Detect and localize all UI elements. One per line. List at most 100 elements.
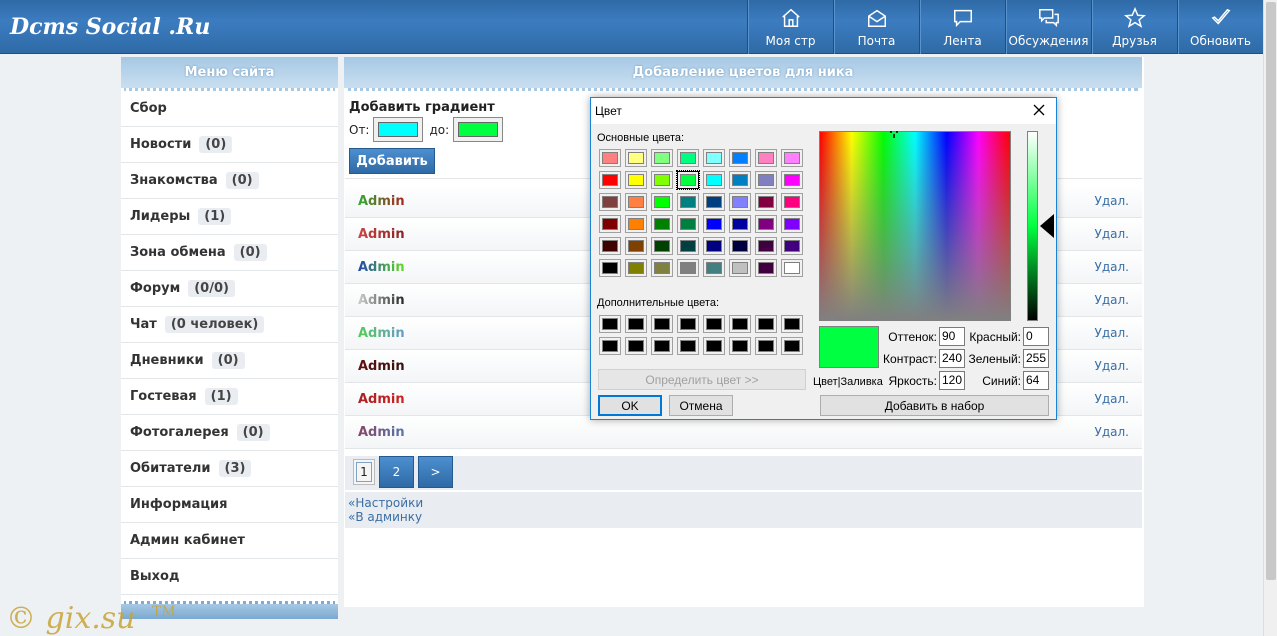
custom-color-swatch[interactable] bbox=[677, 337, 699, 355]
custom-color-swatch[interactable] bbox=[599, 315, 621, 333]
sidebar-item[interactable]: Сбор bbox=[121, 91, 338, 127]
nav-discussions[interactable]: Обсуждения bbox=[1005, 0, 1091, 54]
page-scrollbar[interactable] bbox=[1263, 0, 1277, 636]
basic-color-swatch[interactable] bbox=[676, 170, 700, 190]
basic-color-swatch[interactable] bbox=[651, 237, 673, 255]
custom-color-swatch[interactable] bbox=[755, 315, 777, 333]
basic-color-swatch[interactable] bbox=[651, 259, 673, 277]
basic-color-swatch[interactable] bbox=[651, 215, 673, 233]
basic-color-swatch[interactable] bbox=[677, 193, 699, 211]
basic-color-swatch[interactable] bbox=[625, 149, 647, 167]
custom-color-swatch[interactable] bbox=[781, 337, 803, 355]
basic-color-swatch[interactable] bbox=[625, 171, 647, 189]
basic-color-swatch[interactable] bbox=[625, 215, 647, 233]
delete-link[interactable]: Удал. bbox=[1095, 194, 1129, 208]
basic-color-swatch[interactable] bbox=[781, 193, 803, 211]
nav-feed[interactable]: Лента bbox=[919, 0, 1005, 54]
luminance-arrow-icon[interactable] bbox=[1040, 214, 1054, 238]
custom-color-swatch[interactable] bbox=[703, 315, 725, 333]
nav-refresh[interactable]: Обновить bbox=[1177, 0, 1263, 54]
sidebar-item[interactable]: Чат (0 человек) bbox=[121, 307, 338, 343]
basic-color-swatch[interactable] bbox=[703, 215, 725, 233]
delete-link[interactable]: Удал. bbox=[1095, 392, 1129, 406]
site-logo[interactable]: Dcms Social .Ru bbox=[10, 14, 210, 40]
basic-color-swatch[interactable] bbox=[599, 171, 621, 189]
basic-color-swatch[interactable] bbox=[755, 171, 777, 189]
basic-color-swatch[interactable] bbox=[703, 193, 725, 211]
basic-color-swatch[interactable] bbox=[729, 259, 751, 277]
basic-color-swatch[interactable] bbox=[703, 149, 725, 167]
blue-field[interactable]: 64 bbox=[1023, 371, 1049, 390]
basic-color-swatch[interactable] bbox=[729, 215, 751, 233]
sat-field[interactable]: 240 bbox=[939, 349, 965, 368]
basic-color-swatch[interactable] bbox=[599, 149, 621, 167]
basic-color-swatch[interactable] bbox=[755, 149, 777, 167]
delete-link[interactable]: Удал. bbox=[1095, 293, 1129, 307]
custom-color-swatch[interactable] bbox=[599, 337, 621, 355]
green-field[interactable]: 255 bbox=[1023, 349, 1049, 368]
custom-color-swatch[interactable] bbox=[703, 337, 725, 355]
sidebar-item[interactable]: Гостевая (1) bbox=[121, 379, 338, 415]
basic-color-swatch[interactable] bbox=[755, 193, 777, 211]
sidebar-item[interactable]: Информация bbox=[121, 487, 338, 523]
lum-field[interactable]: 120 bbox=[939, 371, 965, 390]
basic-color-swatch[interactable] bbox=[651, 149, 673, 167]
basic-color-swatch[interactable] bbox=[729, 149, 751, 167]
basic-color-swatch[interactable] bbox=[677, 215, 699, 233]
add-to-custom-button[interactable]: Добавить в набор bbox=[820, 395, 1049, 416]
basic-color-swatch[interactable] bbox=[781, 149, 803, 167]
basic-color-swatch[interactable] bbox=[703, 237, 725, 255]
sidebar-item[interactable]: Зона обмена (0) bbox=[121, 235, 338, 271]
basic-color-swatch[interactable] bbox=[625, 193, 647, 211]
basic-color-swatch[interactable] bbox=[755, 215, 777, 233]
close-icon[interactable] bbox=[1030, 101, 1048, 119]
basic-color-swatch[interactable] bbox=[677, 237, 699, 255]
custom-color-swatch[interactable] bbox=[755, 337, 777, 355]
basic-color-swatch[interactable] bbox=[781, 259, 803, 277]
luminance-slider[interactable] bbox=[1027, 131, 1038, 321]
to-color-picker[interactable] bbox=[453, 117, 504, 142]
delete-link[interactable]: Удал. bbox=[1095, 359, 1129, 373]
delete-link[interactable]: Удал. bbox=[1095, 326, 1129, 340]
custom-color-swatch[interactable] bbox=[729, 315, 751, 333]
custom-color-swatch[interactable] bbox=[625, 315, 647, 333]
sidebar-item[interactable]: Лидеры (1) bbox=[121, 199, 338, 235]
sidebar-item[interactable]: Знакомства (0) bbox=[121, 163, 338, 199]
nav-friends[interactable]: Друзья bbox=[1091, 0, 1177, 54]
basic-color-swatch[interactable] bbox=[729, 237, 751, 255]
custom-color-swatch[interactable] bbox=[651, 337, 673, 355]
basic-color-swatch[interactable] bbox=[599, 259, 621, 277]
sidebar-item[interactable]: Админ кабинет bbox=[121, 523, 338, 559]
custom-color-swatch[interactable] bbox=[651, 315, 673, 333]
sidebar-item[interactable]: Дневники (0) bbox=[121, 343, 338, 379]
add-gradient-button[interactable]: Добавить bbox=[349, 148, 435, 174]
basic-color-swatch[interactable] bbox=[651, 171, 673, 189]
page-2-link[interactable]: 2 bbox=[379, 456, 414, 488]
basic-color-swatch[interactable] bbox=[755, 237, 777, 255]
sidebar-item[interactable]: Выход bbox=[121, 559, 338, 595]
delete-link[interactable]: Удал. bbox=[1095, 425, 1129, 439]
sidebar-item[interactable]: Обитатели (3) bbox=[121, 451, 338, 487]
sidebar-item[interactable]: Новости (0) bbox=[121, 127, 338, 163]
nav-my-page[interactable]: Моя стр bbox=[747, 0, 833, 54]
basic-color-swatch[interactable] bbox=[651, 193, 673, 211]
delete-link[interactable]: Удал. bbox=[1095, 227, 1129, 241]
admin-link[interactable]: «В админку bbox=[348, 510, 1139, 524]
basic-color-swatch[interactable] bbox=[677, 149, 699, 167]
basic-color-swatch[interactable] bbox=[599, 193, 621, 211]
basic-color-swatch[interactable] bbox=[599, 237, 621, 255]
basic-color-swatch[interactable] bbox=[625, 237, 647, 255]
basic-color-swatch[interactable] bbox=[703, 171, 725, 189]
ok-button[interactable]: OK bbox=[598, 395, 662, 416]
sidebar-item[interactable]: Фотогалерея (0) bbox=[121, 415, 338, 451]
custom-color-swatch[interactable] bbox=[677, 315, 699, 333]
basic-color-swatch[interactable] bbox=[729, 171, 751, 189]
basic-color-swatch[interactable] bbox=[599, 215, 621, 233]
basic-color-swatch[interactable] bbox=[781, 171, 803, 189]
settings-link[interactable]: «Настройки bbox=[348, 496, 1139, 510]
basic-color-swatch[interactable] bbox=[781, 237, 803, 255]
basic-color-swatch[interactable] bbox=[625, 259, 647, 277]
cancel-button[interactable]: Отмена bbox=[669, 395, 733, 416]
nav-mail[interactable]: Почта bbox=[833, 0, 919, 54]
page-next-link[interactable]: > bbox=[418, 456, 453, 488]
